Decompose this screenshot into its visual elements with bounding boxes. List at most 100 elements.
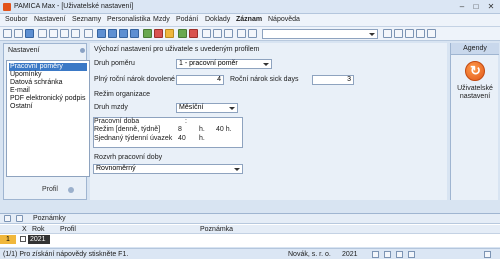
print-icon[interactable] bbox=[38, 29, 47, 38]
pin-icon[interactable] bbox=[4, 215, 11, 222]
status-help-text: (1/1) Pro získání nápovědy stiskněte F1. bbox=[3, 251, 129, 258]
rozvrh-select[interactable]: Rovnoměrný bbox=[93, 164, 243, 174]
delete-record-icon[interactable] bbox=[154, 29, 163, 38]
druh-pomeru-label: Druh poměru bbox=[94, 60, 135, 67]
refresh-icon[interactable] bbox=[202, 29, 211, 38]
list-icon[interactable] bbox=[237, 29, 246, 38]
rozvrh-label: Rozvrh pracovní doby bbox=[94, 154, 163, 161]
rocni-narok-sick-days-label: Roční nárok sick days bbox=[230, 76, 299, 83]
maximize-button[interactable]: □ bbox=[470, 2, 482, 12]
notes-tabbar: Poznámky bbox=[0, 214, 500, 224]
row-checkbox[interactable] bbox=[20, 236, 26, 242]
tools-icon[interactable] bbox=[405, 29, 414, 38]
nav-item-pracovni-pomery[interactable]: Pracovní poměry bbox=[9, 63, 87, 71]
menu-seznamy[interactable]: Seznamy bbox=[72, 16, 101, 23]
menu-mzdy[interactable]: Mzdy bbox=[153, 16, 170, 23]
row-index: 1 bbox=[0, 235, 16, 244]
paste-icon[interactable] bbox=[71, 29, 80, 38]
settings-nav-list: Pracovní poměry Upomínky Datová schránka… bbox=[6, 60, 90, 177]
help-icon[interactable] bbox=[394, 29, 403, 38]
status-bar: (1/1) Pro získání nápovědy stiskněte F1.… bbox=[0, 248, 500, 259]
menu-napoveda[interactable]: Nápověda bbox=[268, 16, 300, 23]
menu-personalistika[interactable]: Personalistika bbox=[107, 16, 151, 23]
menu-podani[interactable]: Podání bbox=[176, 16, 198, 23]
plny-rocni-narok-label: Plný roční nárok dovolené bbox=[94, 76, 175, 83]
rezim-organizace-label: Režim organizace bbox=[94, 91, 151, 98]
rezim-denne-tydne-label: Režim [denně, týdně] bbox=[94, 126, 161, 133]
status-lock-icon bbox=[372, 251, 379, 258]
last-record-icon[interactable] bbox=[130, 29, 139, 38]
rezim-tydne-value[interactable]: 40 h. bbox=[216, 126, 232, 133]
profil-icon[interactable] bbox=[68, 187, 74, 193]
cancel-icon[interactable] bbox=[189, 29, 198, 38]
druh-mzdy-select[interactable]: Měsíční bbox=[176, 103, 238, 113]
edit-record-icon[interactable] bbox=[165, 29, 174, 38]
agenda-header: Agendy bbox=[451, 43, 499, 55]
minimize-button[interactable]: – bbox=[456, 2, 468, 12]
notes-strip: Poznámky X Rok Profil Poznámka 1 2021 bbox=[0, 213, 500, 247]
close-button[interactable]: ✕ bbox=[485, 2, 497, 12]
nav-item-upominky[interactable]: Upomínky bbox=[9, 71, 87, 79]
menu-nastaveni[interactable]: Nastavení bbox=[34, 16, 66, 23]
filter-icon[interactable] bbox=[213, 29, 222, 38]
search-icon[interactable] bbox=[224, 29, 233, 38]
status-net-icon bbox=[408, 251, 415, 258]
pracovni-doba-label: Pracovní doba bbox=[94, 118, 140, 125]
nav-item-email[interactable]: E-mail bbox=[9, 87, 87, 95]
ok-icon[interactable] bbox=[178, 29, 187, 38]
row-rok[interactable]: 2021 bbox=[28, 235, 50, 244]
rocni-narok-sick-days-input[interactable]: 3 bbox=[312, 75, 354, 85]
main-form: Výchozí nastavení pro uživatele s uveden… bbox=[90, 43, 447, 200]
menu-zaznam[interactable]: Záznam bbox=[236, 16, 262, 23]
status-db-icon bbox=[384, 251, 391, 258]
agenda-panel: Agendy Uživatelské nastavení bbox=[450, 43, 499, 200]
table-row[interactable]: 1 2021 bbox=[0, 235, 500, 244]
add-record-icon[interactable] bbox=[143, 29, 152, 38]
user-settings-icon[interactable] bbox=[465, 61, 485, 81]
title-bar: PAMICA Max - [Uživatelské nastavení] – □… bbox=[0, 0, 500, 14]
rezim-denne-unit: h. bbox=[199, 126, 205, 133]
menu-soubor[interactable]: Soubor bbox=[5, 16, 28, 23]
status-user-icon bbox=[396, 251, 403, 258]
first-record-icon[interactable] bbox=[97, 29, 106, 38]
settings-panel-header: Nastavení bbox=[8, 47, 40, 54]
next-record-icon[interactable] bbox=[119, 29, 128, 38]
grid-icon[interactable] bbox=[416, 29, 425, 38]
nav-item-ostatni[interactable]: Ostatní bbox=[9, 103, 87, 111]
col-poznamka[interactable]: Poznámka bbox=[200, 226, 233, 233]
open-icon[interactable] bbox=[14, 29, 23, 38]
window-title: PAMICA Max - [Uživatelské nastavení] bbox=[14, 3, 134, 10]
status-company: Novák, s. r. o. bbox=[288, 251, 331, 258]
sjednany-uvazek-label: Sjednaný týdenní úvazek bbox=[94, 135, 173, 142]
sjednany-uvazek-unit: h. bbox=[199, 135, 205, 142]
settings-icon[interactable] bbox=[427, 29, 436, 38]
plny-rocni-narok-input[interactable]: 4 bbox=[176, 75, 224, 85]
druh-pomeru-select[interactable]: 1 - pracovní poměr bbox=[176, 59, 272, 69]
menu-doklady[interactable]: Doklady bbox=[205, 16, 230, 23]
nav-item-datova-schranka[interactable]: Datová schránka bbox=[9, 79, 87, 87]
toolbar-combo[interactable] bbox=[262, 29, 378, 39]
nav-item-pdf-podpis[interactable]: PDF elektronický podpis bbox=[9, 95, 87, 103]
sjednany-uvazek-value[interactable]: 40 bbox=[178, 135, 186, 142]
rezim-denne-value[interactable]: 8 bbox=[178, 126, 182, 133]
druh-mzdy-label: Druh mzdy bbox=[94, 104, 128, 111]
tab-poznamky[interactable]: Poznámky bbox=[33, 215, 66, 222]
prev-record-icon[interactable] bbox=[108, 29, 117, 38]
col-x[interactable]: X bbox=[22, 226, 27, 233]
menu-bar: Soubor Nastavení Seznamy Personalistika … bbox=[0, 14, 500, 27]
agenda-item-label-line2: nastavení bbox=[459, 93, 491, 100]
panel-options-icon[interactable] bbox=[80, 48, 85, 53]
new-icon[interactable] bbox=[3, 29, 12, 38]
col-profil[interactable]: Profil bbox=[60, 226, 76, 233]
calendar-icon[interactable] bbox=[383, 29, 392, 38]
save-icon[interactable] bbox=[25, 29, 34, 38]
col-rok[interactable]: Rok bbox=[32, 226, 44, 233]
cut-icon[interactable] bbox=[49, 29, 58, 38]
undo-icon[interactable] bbox=[84, 29, 93, 38]
filter-icon[interactable] bbox=[16, 215, 23, 222]
agenda-item-label[interactable]: Uživatelské nastavení bbox=[451, 85, 499, 101]
pracovni-doba-value[interactable]: : bbox=[185, 118, 187, 125]
calc-icon[interactable] bbox=[248, 29, 257, 38]
app-logo-icon bbox=[3, 3, 11, 11]
copy-icon[interactable] bbox=[60, 29, 69, 38]
